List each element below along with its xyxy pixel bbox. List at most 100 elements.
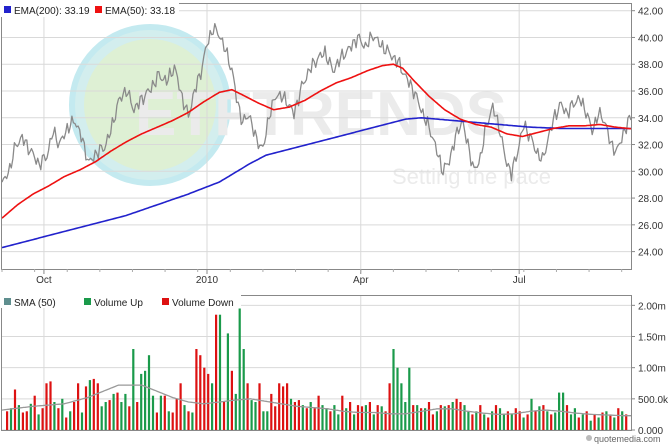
price-ytick-label: 36.00 bbox=[638, 87, 663, 98]
volume-bar-up bbox=[463, 405, 466, 430]
volume-bar-up bbox=[416, 405, 419, 430]
volume-bar-up bbox=[132, 349, 135, 430]
volume-bar-up bbox=[183, 405, 186, 430]
volume-bar-up bbox=[112, 393, 115, 430]
volume-bar-up bbox=[396, 367, 399, 430]
volume-bar-up bbox=[546, 411, 549, 430]
volume-bar-down bbox=[356, 405, 360, 430]
volume-bar-down bbox=[175, 398, 178, 430]
volume-bar-up bbox=[266, 411, 269, 430]
volume-bar-up bbox=[333, 405, 336, 430]
volume-bar-down bbox=[297, 400, 300, 430]
volume-bar-up bbox=[597, 417, 600, 430]
price-xtick-label: Apr bbox=[353, 275, 369, 286]
volume-bar-up bbox=[443, 406, 446, 430]
volume-bar-down bbox=[376, 405, 379, 430]
price-xtick-label: Jul bbox=[513, 275, 526, 286]
legend-swatch-ema50 bbox=[95, 6, 102, 13]
volume-bar-up bbox=[451, 402, 454, 430]
volume-bar-down bbox=[360, 406, 364, 430]
volume-bar-down bbox=[108, 400, 111, 430]
volume-bar-up bbox=[144, 370, 147, 430]
volume-bar-up bbox=[475, 411, 478, 430]
volume-bar-down bbox=[199, 355, 202, 430]
volume-bar-up bbox=[589, 420, 592, 430]
legend-label-ema200: EMA(200): 33.19 bbox=[14, 6, 90, 17]
price-ytick-label: 24.00 bbox=[638, 248, 663, 259]
volume-bar-down bbox=[13, 389, 17, 430]
volume-bar-up bbox=[573, 408, 576, 430]
volume-bar-down bbox=[329, 411, 332, 430]
legend-label-sma: SMA (50) bbox=[14, 298, 56, 309]
volume-bar-down bbox=[179, 383, 182, 430]
volume-bar-up bbox=[242, 349, 245, 430]
volume-bar-down bbox=[313, 408, 316, 430]
volume-bar-down bbox=[278, 383, 281, 430]
volume-bar-down bbox=[534, 411, 537, 430]
volume-bar-up bbox=[53, 402, 56, 430]
volume-bar-up bbox=[262, 411, 265, 430]
volume-bar-down bbox=[163, 395, 166, 430]
volume-bar-down bbox=[203, 367, 206, 430]
volume-bars bbox=[6, 308, 628, 430]
price-ytick-label: 30.00 bbox=[638, 167, 663, 178]
volume-bar-up bbox=[120, 402, 123, 430]
price-axis-y: 24.00 26.00 28.00 30.00 32.00 34.00 36.00 38.00… bbox=[631, 7, 663, 259]
volume-bar-up bbox=[392, 349, 395, 430]
volume-bar-down bbox=[388, 383, 391, 430]
legend-label-volume-down: Volume Down bbox=[172, 298, 234, 309]
volume-bar-up bbox=[124, 393, 127, 430]
volume-bar-down bbox=[21, 412, 24, 430]
volume-bar-down bbox=[479, 405, 482, 430]
volume-bar-up bbox=[404, 402, 407, 430]
volume-bar-up bbox=[309, 402, 312, 430]
volume-bar-up bbox=[238, 308, 241, 430]
volume-bar-up bbox=[483, 414, 486, 430]
volume-bar-down bbox=[274, 406, 277, 430]
volume-bar-up bbox=[104, 402, 107, 430]
volume-axis-y: 0.000500.0k1.00m1.50m2.00m bbox=[631, 301, 668, 437]
quotemedia-logo-text: quotemedia.com bbox=[594, 434, 661, 444]
price-ytick-label: 26.00 bbox=[638, 221, 663, 232]
volume-bar-down bbox=[609, 414, 612, 430]
volume-bar-up bbox=[522, 417, 525, 430]
volume-legend: SMA (50) Volume Up Volume Down bbox=[1, 295, 241, 309]
price-panel: ETFTRENDS Setting the pace 24.00 26.00 28.… bbox=[1, 3, 663, 286]
legend-label-ema50: EMA(50): 33.18 bbox=[105, 6, 175, 17]
volume-bar-up bbox=[159, 395, 162, 430]
volume-bar-down bbox=[215, 314, 218, 430]
price-ytick-label: 40.00 bbox=[638, 33, 663, 44]
volume-bar-up bbox=[289, 398, 293, 430]
volume-bar-up bbox=[167, 411, 170, 430]
volume-bar-down bbox=[593, 414, 596, 430]
volume-bar-up bbox=[69, 411, 72, 430]
volume-bar-down bbox=[155, 412, 158, 430]
volume-bar-down bbox=[471, 414, 474, 430]
volume-bar-down bbox=[195, 349, 198, 430]
volume-bar-down bbox=[207, 373, 210, 430]
volume-bar-up bbox=[435, 411, 438, 430]
volume-bar-up bbox=[408, 367, 411, 430]
legend-label-volume-up: Volume Up bbox=[94, 298, 143, 309]
volume-bar-down bbox=[57, 408, 60, 430]
volume-bar-down bbox=[65, 417, 68, 430]
volume-bar-up bbox=[581, 414, 584, 430]
price-ytick-label: 38.00 bbox=[638, 60, 663, 71]
volume-bar-up bbox=[301, 405, 304, 430]
legend-swatch-ema200 bbox=[4, 6, 11, 13]
volume-bar-down bbox=[187, 411, 190, 430]
volume-bar-up bbox=[467, 411, 470, 430]
volume-bar-up bbox=[100, 406, 103, 430]
volume-bar-up bbox=[29, 403, 32, 430]
volume-panel: 0.000500.0k1.00m1.50m2.00m SMA (50) Volu… bbox=[1, 295, 668, 437]
volume-bar-up bbox=[510, 414, 513, 430]
price-xtick-label: Oct bbox=[36, 275, 52, 286]
volume-bar-down bbox=[171, 412, 174, 430]
volume-bar-up bbox=[234, 393, 237, 430]
volume-bar-up bbox=[211, 383, 214, 430]
volume-ytick-label: 2.00m bbox=[638, 301, 666, 312]
volume-grid bbox=[2, 296, 631, 431]
volume-bar-down bbox=[305, 408, 308, 430]
volume-bar-down bbox=[494, 405, 498, 430]
watermark-tagline: Setting the pace bbox=[392, 164, 551, 189]
